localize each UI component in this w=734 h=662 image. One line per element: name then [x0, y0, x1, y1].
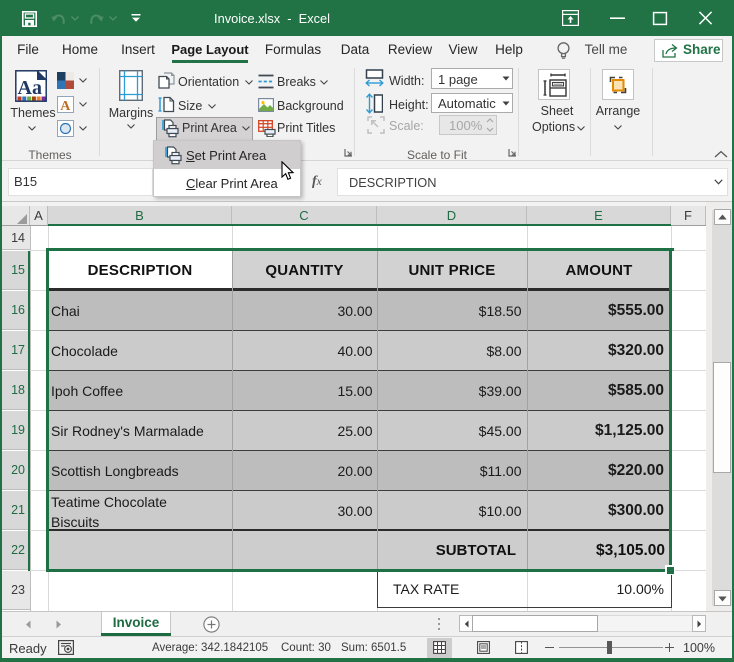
svg-text:A: A	[60, 99, 71, 113]
svg-text:Aa: Aa	[18, 77, 42, 99]
